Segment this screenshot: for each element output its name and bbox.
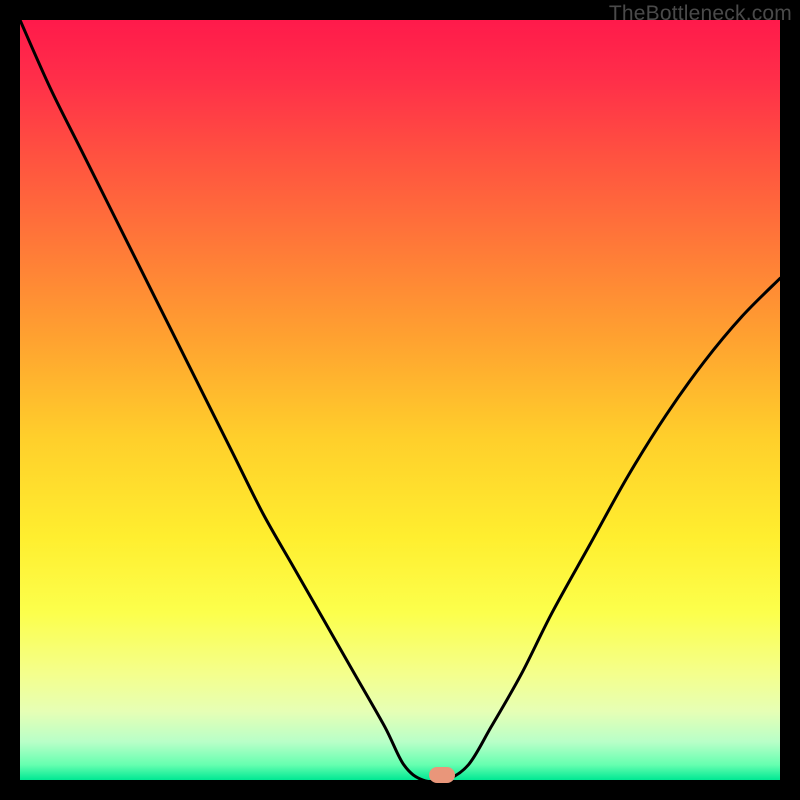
optimal-marker [429,767,455,783]
chart-frame: TheBottleneck.com [0,0,800,800]
plot-area [20,20,780,780]
watermark-text: TheBottleneck.com [609,2,792,26]
plot-svg [20,20,780,780]
gradient-background [20,20,780,780]
